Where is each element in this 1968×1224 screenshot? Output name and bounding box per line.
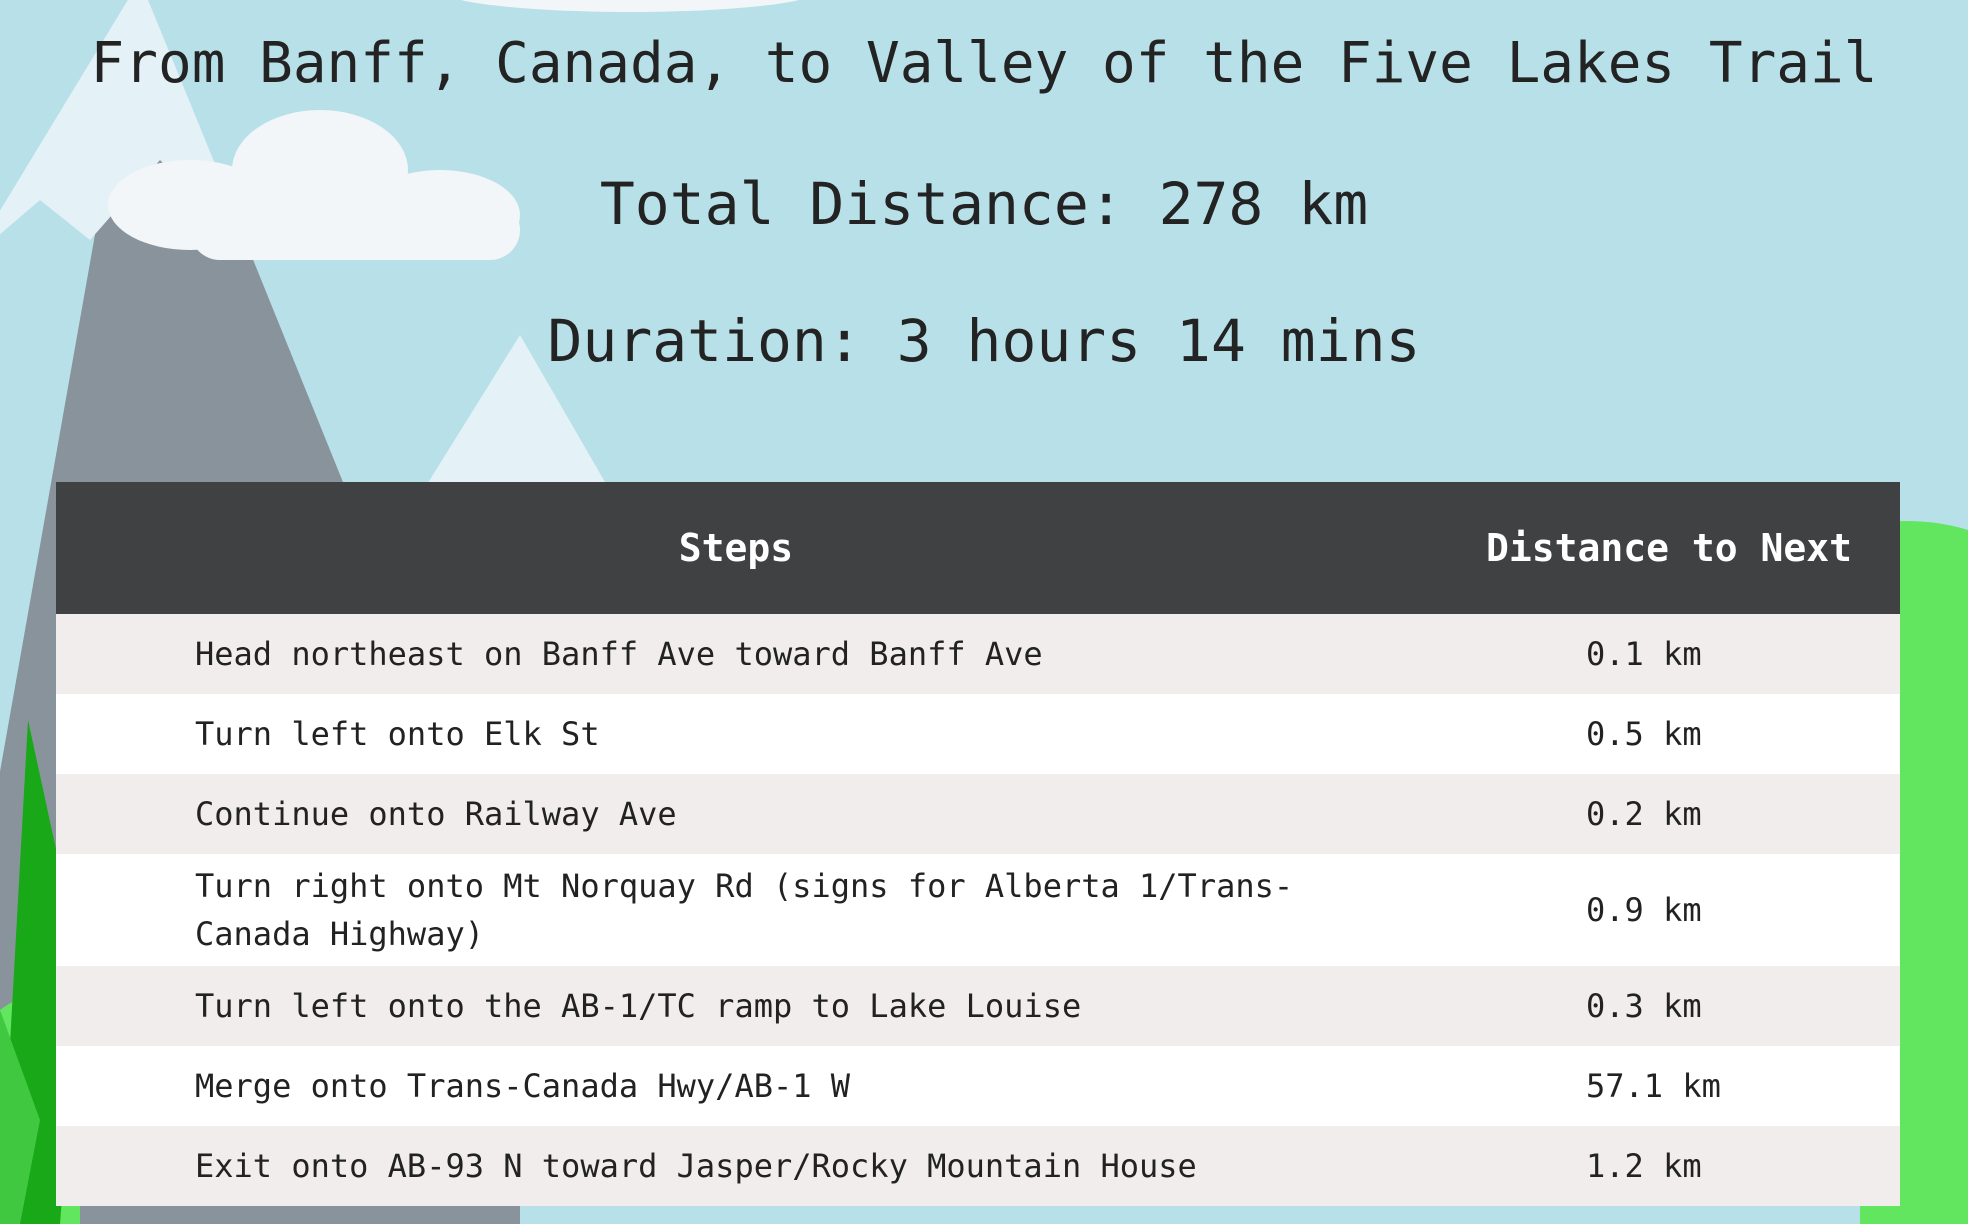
directions-table: Steps Distance to Next Head northeast on… — [56, 482, 1900, 1206]
table-row: Exit onto AB-93 N toward Jasper/Rocky Mo… — [56, 1126, 1900, 1206]
step-instruction: Continue onto Railway Ave — [56, 774, 1416, 854]
step-distance: 0.1 km — [1416, 614, 1900, 694]
table-header-row: Steps Distance to Next — [56, 482, 1900, 614]
step-distance: 0.2 km — [1416, 774, 1900, 854]
step-instruction: Turn left onto Elk St — [56, 694, 1416, 774]
step-instruction: Merge onto Trans-Canada Hwy/AB-1 W — [56, 1046, 1416, 1126]
step-distance: 0.3 km — [1416, 966, 1900, 1046]
step-distance: 57.1 km — [1416, 1046, 1900, 1126]
table-row: Merge onto Trans-Canada Hwy/AB-1 W 57.1 … — [56, 1046, 1900, 1126]
distance-column-header: Distance to Next — [1416, 482, 1900, 614]
duration: Duration: 3 hours 14 mins — [547, 307, 1421, 375]
route-summary-page: From Banff, Canada, to Valley of the Fiv… — [0, 0, 1968, 1224]
table-row: Turn left onto the AB-1/TC ramp to Lake … — [56, 966, 1900, 1046]
step-distance: 1.2 km — [1416, 1126, 1900, 1206]
table-row: Turn left onto Elk St 0.5 km — [56, 694, 1900, 774]
step-distance: 0.9 km — [1416, 854, 1900, 966]
step-instruction: Exit onto AB-93 N toward Jasper/Rocky Mo… — [56, 1126, 1416, 1206]
step-instruction: Turn right onto Mt Norquay Rd (signs for… — [56, 854, 1416, 966]
total-distance: Total Distance: 278 km — [599, 170, 1369, 238]
step-distance: 0.5 km — [1416, 694, 1900, 774]
steps-column-header: Steps — [56, 482, 1416, 614]
step-instruction: Head northeast on Banff Ave toward Banff… — [56, 614, 1416, 694]
table-row: Continue onto Railway Ave 0.2 km — [56, 774, 1900, 854]
table-row: Turn right onto Mt Norquay Rd (signs for… — [56, 854, 1900, 966]
route-title: From Banff, Canada, to Valley of the Fiv… — [90, 31, 1878, 96]
table-row: Head northeast on Banff Ave toward Banff… — [56, 614, 1900, 694]
step-instruction: Turn left onto the AB-1/TC ramp to Lake … — [56, 966, 1416, 1046]
